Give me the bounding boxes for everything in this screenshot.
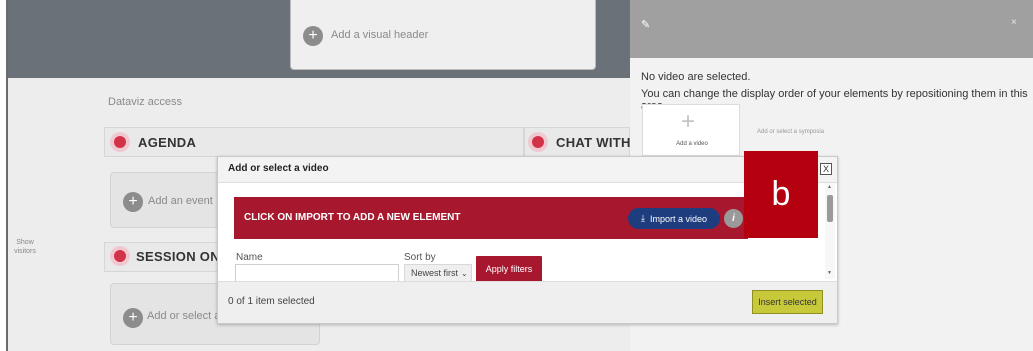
session-section-title: SESSION ON bbox=[136, 249, 220, 264]
sort-by-label: Sort by bbox=[404, 252, 436, 263]
sort-by-select[interactable]: Newest first ⌄ bbox=[404, 264, 472, 282]
add-video-plus-icon-panel[interactable]: + bbox=[681, 108, 695, 136]
agenda-record-icon bbox=[110, 132, 130, 152]
apply-filters-button[interactable]: Apply filters bbox=[476, 256, 542, 282]
left-edge bbox=[0, 0, 8, 351]
modal-title: Add or select a video bbox=[228, 163, 329, 174]
add-event-label: Add an event bbox=[148, 195, 213, 207]
name-filter-label: Name bbox=[236, 252, 263, 263]
show-visitors-toggle[interactable]: Show visitors bbox=[12, 238, 38, 256]
scroll-down-icon[interactable]: ▼ bbox=[827, 270, 832, 276]
add-visual-header-label: Add a visual header bbox=[331, 29, 429, 41]
import-banner-text: CLICK ON IMPORT TO ADD A NEW ELEMENT bbox=[244, 212, 461, 223]
right-panel-header bbox=[630, 0, 1033, 58]
scroll-up-icon[interactable]: ▲ bbox=[827, 184, 832, 190]
selected-count: 0 of 1 item selected bbox=[228, 296, 315, 307]
modal-scroll-thumb[interactable] bbox=[827, 195, 833, 222]
import-video-label: Import a video bbox=[649, 213, 707, 224]
annotation-label: b bbox=[744, 151, 818, 238]
add-video-tile-label: Add a video bbox=[676, 141, 708, 147]
no-video-message: No video are selected. bbox=[641, 71, 751, 83]
add-event-plus-icon[interactable]: + bbox=[123, 192, 143, 212]
agenda-section-title: AGENDA bbox=[138, 135, 197, 150]
name-filter-input[interactable] bbox=[235, 264, 399, 282]
chevron-down-icon: ⌄ bbox=[461, 268, 468, 278]
session-record-icon bbox=[110, 246, 130, 266]
chat-record-icon bbox=[528, 132, 548, 152]
add-video-plus-icon[interactable]: + bbox=[123, 308, 143, 328]
modal-close-button[interactable]: X bbox=[820, 163, 832, 175]
import-video-button[interactable]: ⤓ Import a video bbox=[628, 208, 720, 229]
pencil-icon[interactable]: ✎ bbox=[641, 18, 650, 31]
add-select-symposia-link[interactable]: Add or select a symposia bbox=[757, 129, 824, 135]
visual-header-card[interactable]: + Add a visual header bbox=[290, 0, 596, 70]
upload-icon: ⤓ bbox=[640, 213, 645, 223]
add-header-plus-icon[interactable]: + bbox=[303, 26, 323, 46]
sort-by-value: Newest first bbox=[411, 268, 459, 278]
insert-selected-button[interactable]: Insert selected bbox=[752, 290, 823, 314]
right-panel-close-icon[interactable]: × bbox=[1011, 17, 1017, 28]
info-icon[interactable]: i bbox=[724, 209, 743, 228]
dataviz-access-label: Dataviz access bbox=[108, 96, 182, 108]
